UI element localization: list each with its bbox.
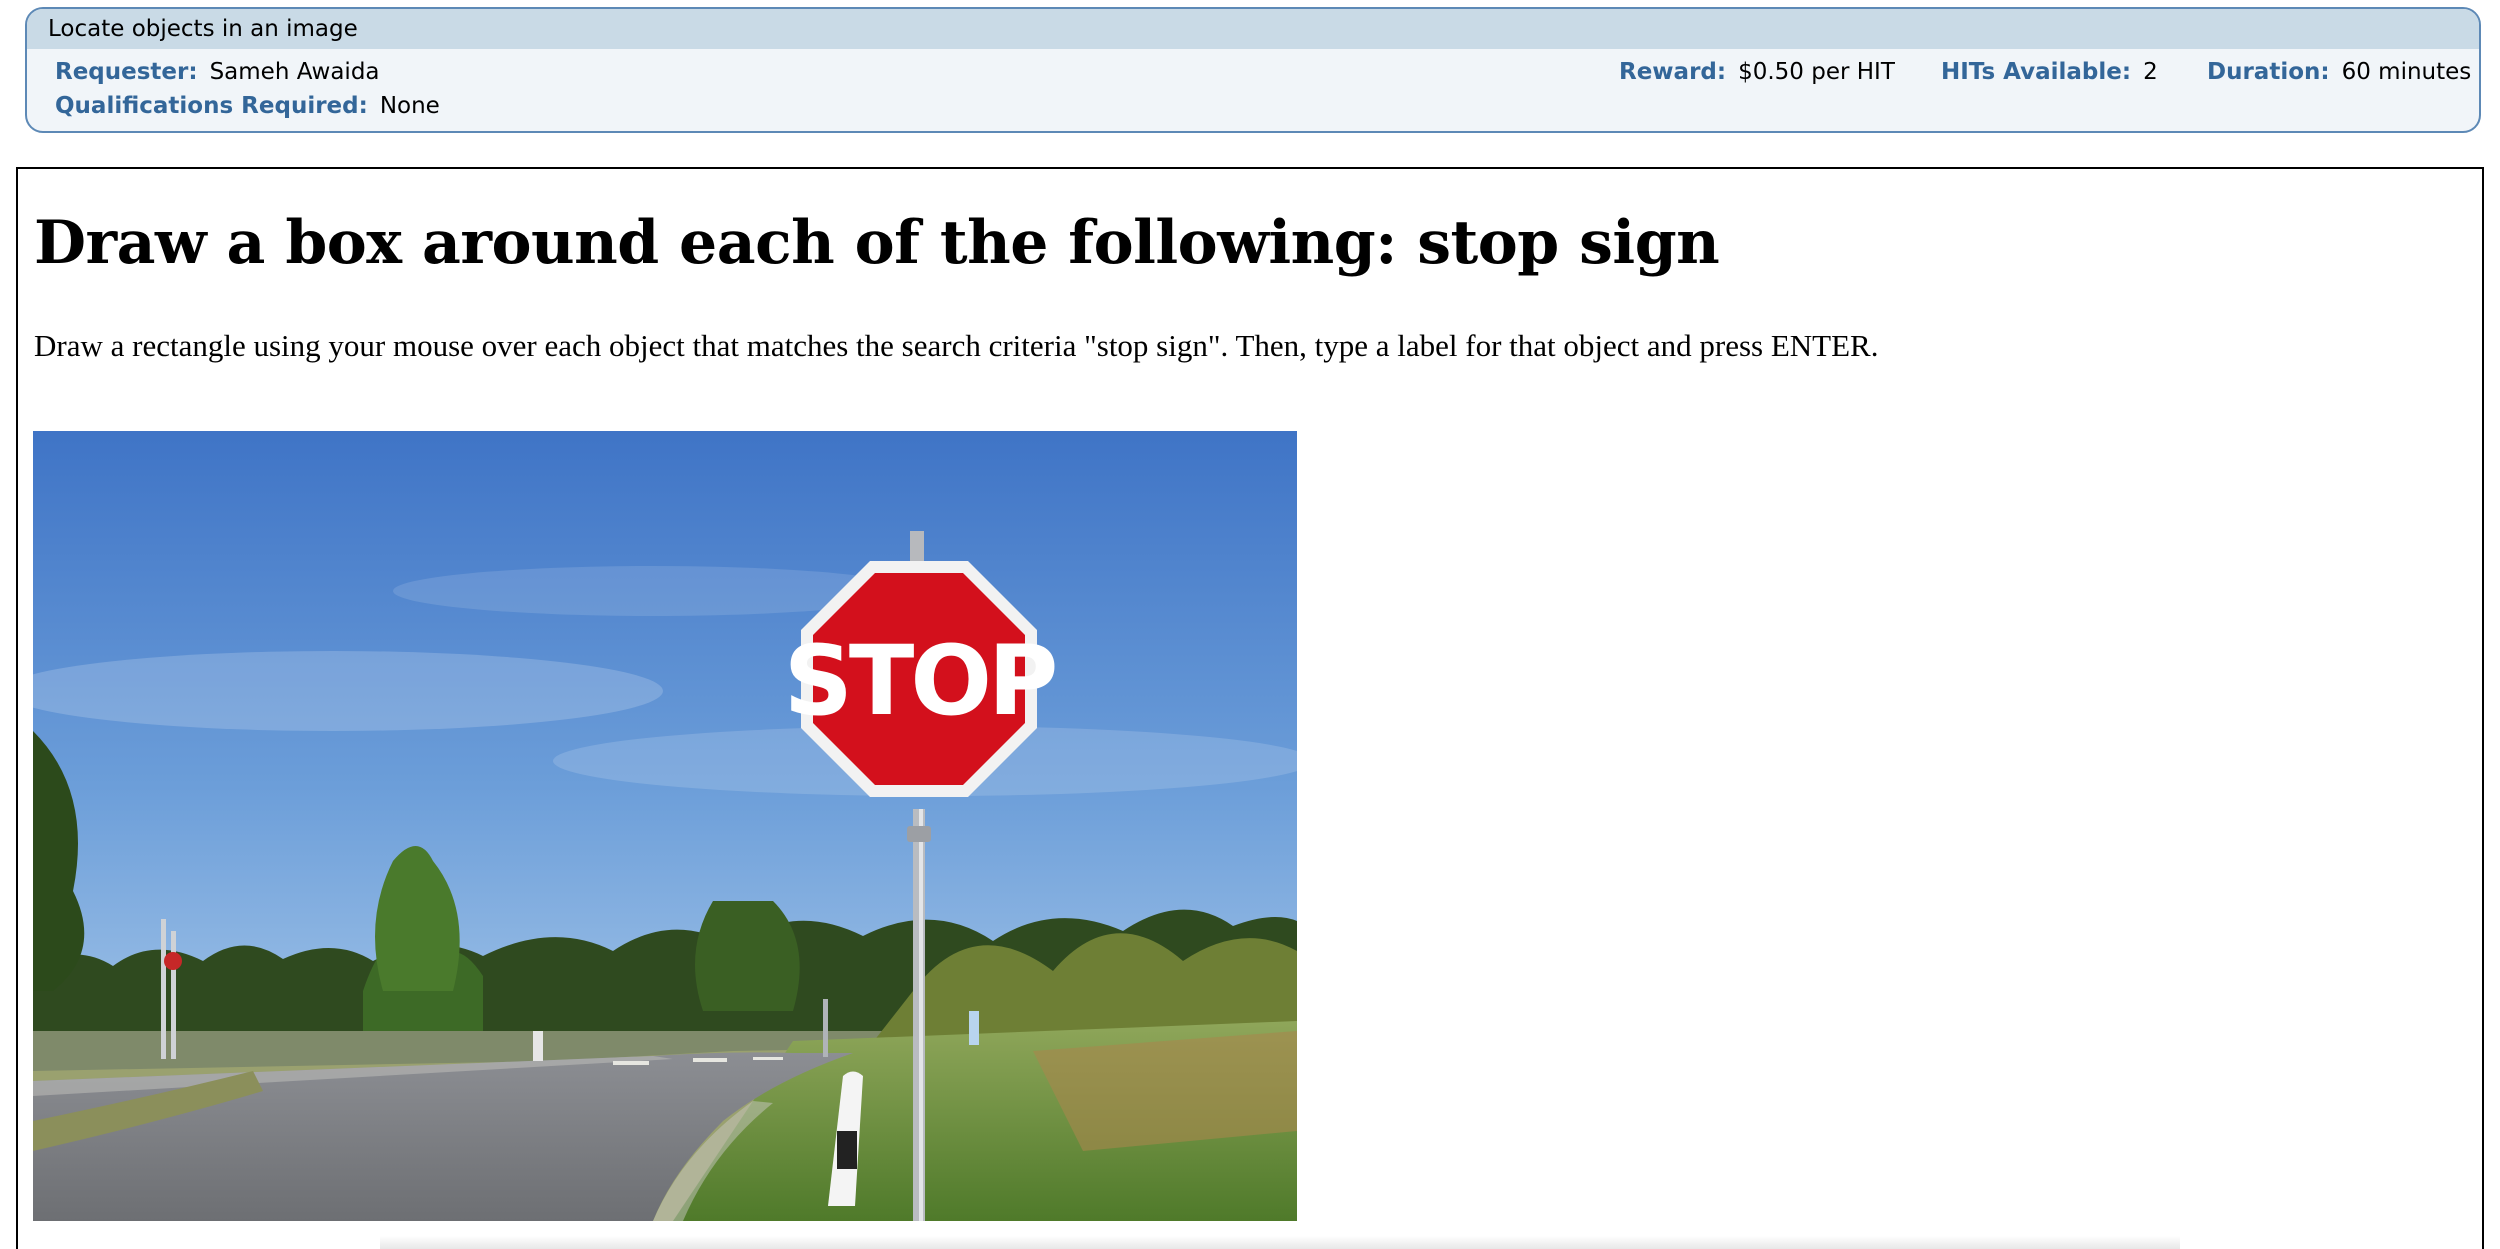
qualifications-value: None	[379, 93, 440, 119]
duration-label: Duration:	[2207, 59, 2330, 85]
annotation-image-canvas[interactable]: STOP	[33, 431, 1297, 1221]
reward-label: Reward:	[1619, 59, 1727, 85]
hits-available-row: HITs Available: 2	[1941, 58, 2158, 86]
duration-value: 60 minutes	[2341, 59, 2472, 85]
reward-value: $0.50 per HIT	[1738, 59, 1895, 85]
requester-label: Requester:	[55, 59, 198, 85]
stop-sign-text: STOP	[784, 625, 1055, 737]
duration-row: Duration: 60 minutes	[2207, 58, 2471, 86]
requester-row: Requester: Sameh Awaida	[55, 58, 380, 86]
requester-value: Sameh Awaida	[209, 59, 380, 85]
hits-available-value: 2	[2143, 59, 2158, 85]
hits-available-label: HITs Available:	[1941, 59, 2132, 85]
reward-row: Reward: $0.50 per HIT	[1619, 58, 1895, 86]
hit-title-bar: Locate objects in an image	[27, 9, 2479, 49]
hit-title: Locate objects in an image	[48, 16, 358, 42]
task-heading: Draw a box around each of the following:…	[34, 208, 1720, 278]
stop-sign-road-photo: STOP	[33, 431, 1297, 1221]
qualifications-label: Qualifications Required:	[55, 93, 368, 119]
task-instructions: Draw a rectangle using your mouse over e…	[34, 328, 1879, 363]
hit-info-panel: Locate objects in an image Requester: Sam…	[25, 7, 2481, 133]
task-frame: Draw a box around each of the following:…	[16, 167, 2484, 1249]
bottom-shadow	[380, 1236, 2180, 1249]
qualifications-row: Qualifications Required: None	[55, 92, 440, 120]
